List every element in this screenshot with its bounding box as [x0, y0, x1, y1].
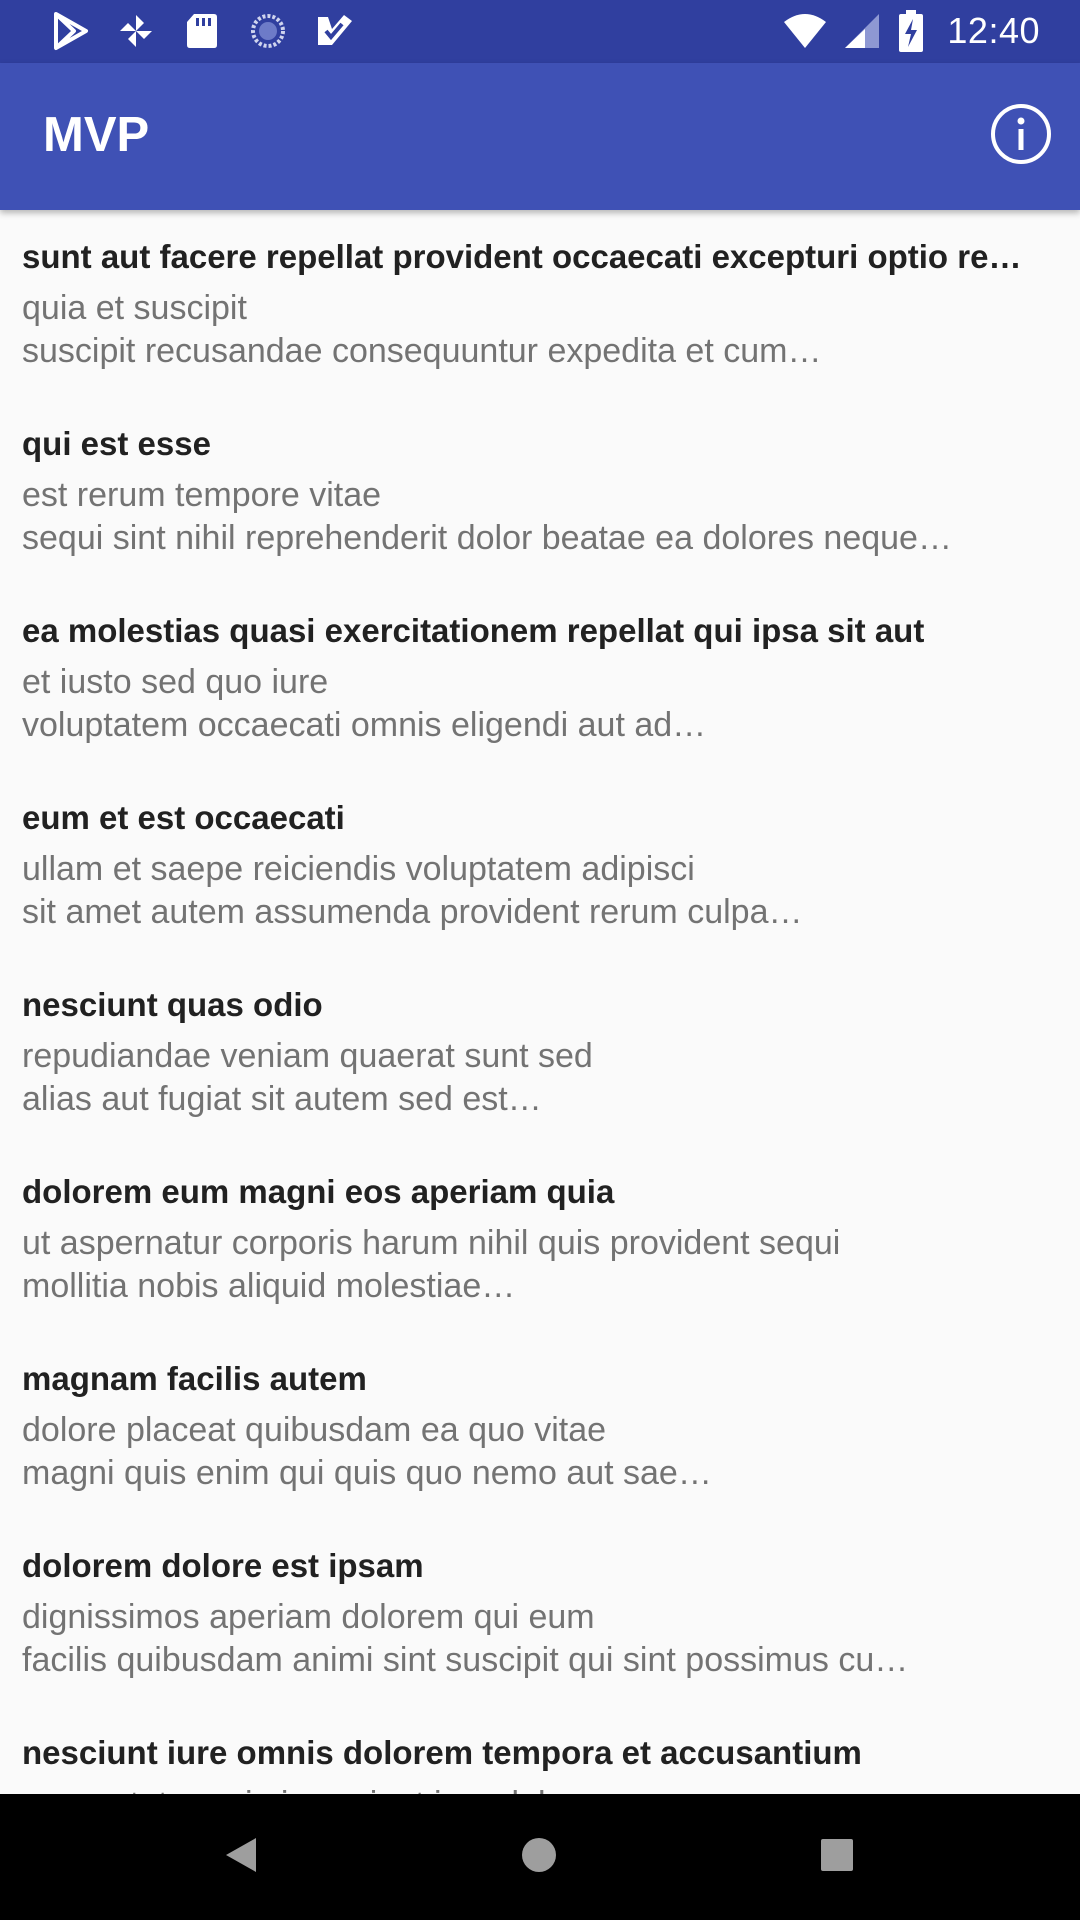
- post-body-line: repudiandae veniam quaerat sunt sed: [22, 1037, 593, 1075]
- post-title: qui est esse: [22, 425, 211, 462]
- pinwheel-icon: [116, 11, 156, 51]
- post-body-line: consectetur animi nesciunt iure dolore: [22, 1784, 1062, 1794]
- post-body-line: ullam et saepe reiciendis voluptatem adi…: [22, 850, 695, 888]
- post-body-line: et iusto sed quo iure: [22, 663, 329, 701]
- post-body-line: sit amet autem assumenda provident rerum…: [22, 893, 803, 931]
- post-body-line: facilis quibusdam animi sint suscipit qu…: [22, 1641, 909, 1679]
- status-bar: 12:40: [0, 0, 1080, 63]
- post-body-line: suscipit recusandae consequuntur expedit…: [22, 332, 822, 370]
- home-button[interactable]: [514, 1832, 564, 1882]
- info-button[interactable]: [986, 101, 1056, 171]
- recents-button[interactable]: [812, 1832, 862, 1882]
- post-body-line: dolore placeat quibusdam ea quo vitae: [22, 1411, 607, 1449]
- post-title: dolorem dolore est ipsam: [22, 1547, 424, 1584]
- list-item[interactable]: nesciunt iure omnis dolorem tempora et a…: [0, 1706, 1080, 1794]
- post-body-line: sequi sint nihil reprehenderit dolor bea…: [22, 519, 952, 557]
- post-body-line: magni quis enim qui quis quo nemo aut sa…: [22, 1454, 712, 1492]
- post-title: nesciunt iure omnis dolorem tempora et a…: [22, 1734, 862, 1771]
- post-title: ea molestias quasi exercitationem repell…: [22, 612, 925, 649]
- post-title: magnam facilis autem: [22, 1360, 367, 1397]
- post-title: eum et est occaecati: [22, 799, 345, 836]
- sync-circle-icon: [248, 11, 288, 51]
- list-item[interactable]: sunt aut facere repellat provident occae…: [0, 210, 1080, 397]
- post-body-line: mollitia nobis aliquid molestiae…: [22, 1267, 516, 1305]
- list-item[interactable]: qui est esse est rerum tempore vitae seq…: [0, 397, 1080, 584]
- post-title: nesciunt quas odio: [22, 986, 323, 1023]
- post-list[interactable]: sunt aut facere repellat provident occae…: [0, 210, 1080, 1794]
- post-body-line: est rerum tempore vitae: [22, 476, 382, 514]
- cell-signal-icon: [845, 12, 881, 50]
- list-item[interactable]: magnam facilis autem dolore placeat quib…: [0, 1332, 1080, 1519]
- play-store-icon: [50, 11, 90, 51]
- wifi-icon: [783, 12, 827, 50]
- list-item[interactable]: dolorem eum magni eos aperiam quia ut as…: [0, 1145, 1080, 1332]
- info-icon: [989, 102, 1053, 171]
- app-bar: MVP: [0, 63, 1080, 210]
- post-body-line: alias aut fugiat sit autem sed est…: [22, 1080, 542, 1118]
- recents-icon: [820, 1838, 854, 1877]
- post-body-line: quia et suscipit: [22, 289, 247, 327]
- sd-card-icon: [182, 11, 222, 51]
- post-title: sunt aut facere repellat provident occae…: [22, 238, 1022, 275]
- back-button[interactable]: [216, 1832, 266, 1882]
- list-item[interactable]: eum et est occaecati ullam et saepe reic…: [0, 771, 1080, 958]
- list-item[interactable]: dolorem dolore est ipsam dignissimos ape…: [0, 1519, 1080, 1706]
- app-title: MVP: [43, 108, 150, 162]
- checkmark-app-icon: [314, 11, 354, 51]
- home-icon: [520, 1836, 558, 1879]
- navigation-bar: [0, 1794, 1080, 1920]
- post-body-line: dignissimos aperiam dolorem qui eum: [22, 1598, 595, 1636]
- back-icon: [224, 1836, 258, 1879]
- post-body-line: ut aspernatur corporis harum nihil quis …: [22, 1224, 841, 1262]
- battery-charging-icon: [899, 10, 924, 52]
- notification-icons: [50, 10, 354, 52]
- system-status-icons: 12:40: [783, 8, 1040, 54]
- post-body-line: voluptatem occaecati omnis eligendi aut …: [22, 706, 707, 744]
- list-item[interactable]: nesciunt quas odio repudiandae veniam qu…: [0, 958, 1080, 1145]
- post-title: dolorem eum magni eos aperiam quia: [22, 1173, 615, 1210]
- clock: 12:40: [947, 10, 1040, 51]
- list-item[interactable]: ea molestias quasi exercitationem repell…: [0, 584, 1080, 771]
